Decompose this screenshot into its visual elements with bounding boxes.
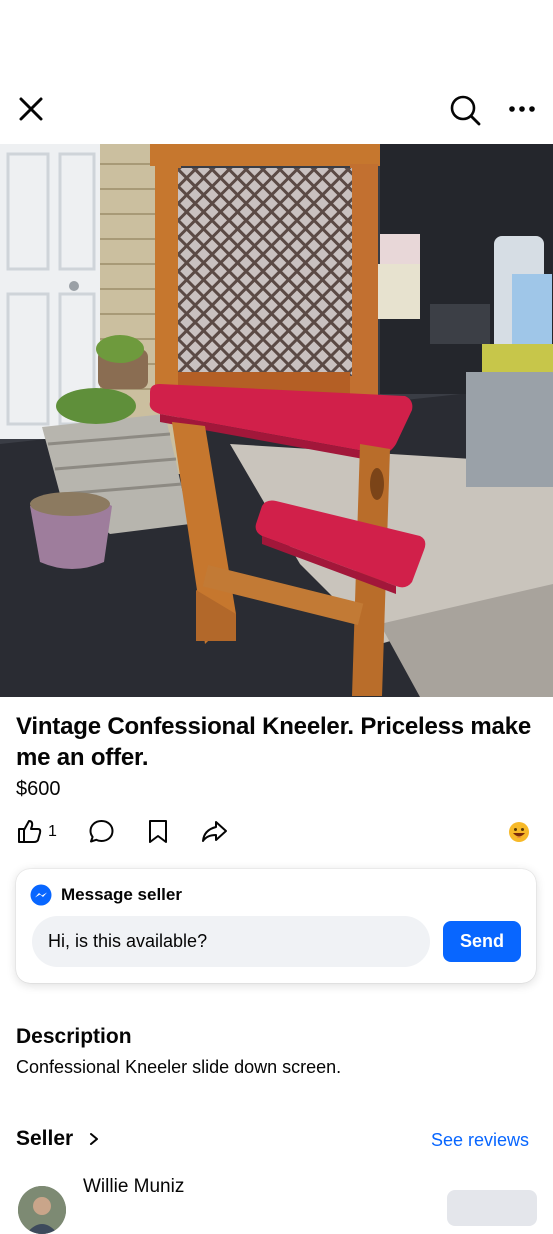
search-button[interactable] xyxy=(447,92,483,128)
action-bar: 1 xyxy=(0,816,553,850)
seller-name[interactable]: Willie Muniz xyxy=(83,1176,184,1198)
reaction-emoji[interactable] xyxy=(508,821,530,843)
messenger-icon xyxy=(30,884,52,906)
seller-action-button[interactable] xyxy=(447,1190,537,1226)
close-button[interactable] xyxy=(14,92,48,126)
seller-heading-label: Seller xyxy=(16,1127,74,1150)
description-text: Confessional Kneeler slide down screen. xyxy=(16,1057,342,1077)
message-seller-card: Message seller Send xyxy=(16,869,536,983)
close-icon xyxy=(19,97,43,121)
comment-button[interactable] xyxy=(88,818,115,845)
listing-title: Vintage Confessional Kneeler. Priceless … xyxy=(16,713,532,771)
share-icon xyxy=(202,821,227,842)
avatar-image xyxy=(18,1186,66,1234)
save-button[interactable] xyxy=(146,818,170,845)
listing-price: $600 xyxy=(16,778,61,800)
description-heading: Description xyxy=(16,1025,132,1048)
more-options-button[interactable] xyxy=(505,92,539,126)
see-reviews-link[interactable]: See reviews xyxy=(431,1130,529,1151)
like-button[interactable]: 1 xyxy=(16,818,57,845)
kneeler-photo-illustration xyxy=(0,144,553,697)
listing-photo[interactable] xyxy=(0,144,553,697)
more-icon xyxy=(509,106,535,112)
message-input[interactable] xyxy=(32,916,430,967)
chevron-right-icon xyxy=(90,1133,99,1145)
comment-icon xyxy=(89,820,114,843)
message-seller-title: Message seller xyxy=(61,885,182,904)
share-button[interactable] xyxy=(200,818,228,845)
like-icon xyxy=(18,820,42,843)
search-icon xyxy=(450,95,481,126)
like-count: 1 xyxy=(48,822,57,840)
message-seller-header: Message seller xyxy=(30,884,182,906)
seller-avatar[interactable] xyxy=(18,1186,66,1234)
send-button[interactable]: Send xyxy=(443,921,521,962)
emoji-icon xyxy=(509,822,529,842)
top-bar xyxy=(0,88,553,132)
save-icon xyxy=(149,820,167,843)
seller-heading[interactable]: Seller xyxy=(16,1127,99,1151)
